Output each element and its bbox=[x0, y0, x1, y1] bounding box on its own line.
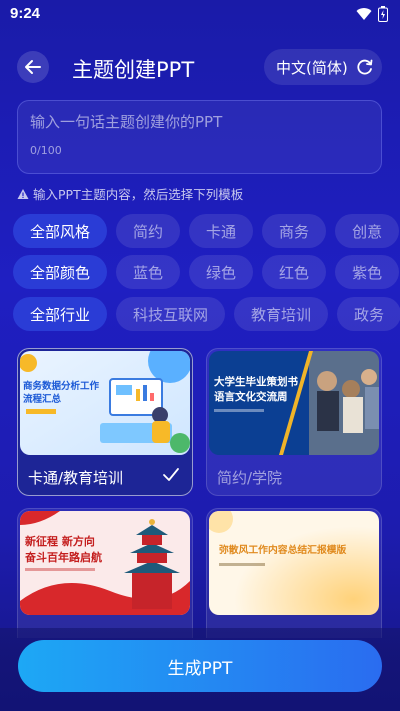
page-title: 主题创建PPT bbox=[72, 58, 195, 82]
generate-ppt-button[interactable]: 生成PPT bbox=[18, 640, 382, 692]
hint: 输入PPT主题内容，然后选择下列模板 bbox=[17, 184, 243, 203]
battery-icon bbox=[378, 6, 388, 22]
arrow-left-icon bbox=[25, 60, 41, 74]
filter-style-business[interactable]: 商务 bbox=[262, 214, 327, 248]
filter-industry-education[interactable]: 教育培训 bbox=[234, 297, 329, 331]
filter-industry-government[interactable]: 政务 bbox=[337, 297, 400, 331]
header: 主题创建PPT 中文(简体) bbox=[0, 46, 400, 90]
template-grid: 商务数据分析工作 流程汇总 卡通/教育培训 大学生毕业策划书 语言文化交流周 简… bbox=[17, 348, 383, 638]
template-thumbnail: 新征程 新方向 奋斗百年路启航 bbox=[20, 511, 190, 615]
thumb-title-line1: 商务数据分析工作 bbox=[23, 380, 100, 392]
template-thumbnail: 弥散风工作内容总结汇报模版 bbox=[209, 511, 379, 615]
filter-style-creative[interactable]: 创意 bbox=[335, 214, 400, 248]
template-card[interactable]: 新征程 新方向 奋斗百年路启航 bbox=[17, 508, 193, 638]
filter-style-simple[interactable]: 简约 bbox=[116, 214, 181, 248]
language-selector[interactable]: 中文(简体) bbox=[264, 49, 382, 85]
filter-color-purple[interactable]: 紫色 bbox=[335, 255, 400, 289]
filter-style-all[interactable]: 全部风格 bbox=[13, 214, 108, 248]
thumb-title-line1: 新征程 新方向 bbox=[25, 534, 95, 548]
topic-input-box[interactable]: 0/100 bbox=[17, 100, 382, 174]
industry-filter-row: 全部行业 科技互联网 教育培训 政务 bbox=[13, 297, 400, 331]
filter-color-green[interactable]: 绿色 bbox=[189, 255, 254, 289]
template-card[interactable]: 大学生毕业策划书 语言文化交流周 简约/学院 bbox=[206, 348, 382, 496]
color-filter-row: 全部颜色 蓝色 绿色 红色 紫色 bbox=[13, 255, 400, 289]
warning-icon bbox=[17, 188, 29, 199]
thumb-title: 弥散风工作内容总结汇报模版 bbox=[219, 543, 347, 556]
refresh-icon bbox=[357, 59, 373, 75]
back-button[interactable] bbox=[17, 51, 49, 83]
filter-style-cartoon[interactable]: 卡通 bbox=[189, 214, 254, 248]
thumb-title-line2: 流程汇总 bbox=[23, 393, 62, 405]
template-card[interactable]: 弥散风工作内容总结汇报模版 bbox=[206, 508, 382, 638]
status-icons bbox=[356, 6, 388, 22]
status-bar: 9:24 bbox=[0, 0, 400, 30]
template-thumbnail: 商务数据分析工作 流程汇总 bbox=[20, 351, 190, 455]
language-label: 中文(简体) bbox=[276, 58, 348, 77]
thumb-title-line1: 大学生毕业策划书 bbox=[214, 375, 298, 388]
wifi-icon bbox=[356, 8, 372, 20]
template-label: 卡通/教育培训 bbox=[28, 469, 124, 487]
template-card[interactable]: 商务数据分析工作 流程汇总 卡通/教育培训 bbox=[17, 348, 193, 496]
style-filter-row: 全部风格 简约 卡通 商务 创意 bbox=[13, 214, 400, 248]
thumb-title-line2: 语言文化交流周 bbox=[214, 390, 288, 403]
char-counter: 0/100 bbox=[30, 144, 62, 157]
filter-industry-tech[interactable]: 科技互联网 bbox=[116, 297, 226, 331]
template-label: 简约/学院 bbox=[217, 469, 283, 487]
template-thumbnail: 大学生毕业策划书 语言文化交流周 bbox=[209, 351, 379, 455]
filter-industry-all[interactable]: 全部行业 bbox=[13, 297, 108, 331]
filter-color-all[interactable]: 全部颜色 bbox=[13, 255, 108, 289]
topic-input[interactable] bbox=[30, 111, 370, 139]
check-icon bbox=[163, 468, 179, 481]
thumb-title-line2: 奋斗百年路启航 bbox=[24, 550, 102, 564]
filter-color-blue[interactable]: 蓝色 bbox=[116, 255, 181, 289]
filter-color-red[interactable]: 红色 bbox=[262, 255, 327, 289]
hint-text: 输入PPT主题内容，然后选择下列模板 bbox=[33, 187, 244, 202]
status-time: 9:24 bbox=[10, 5, 41, 22]
